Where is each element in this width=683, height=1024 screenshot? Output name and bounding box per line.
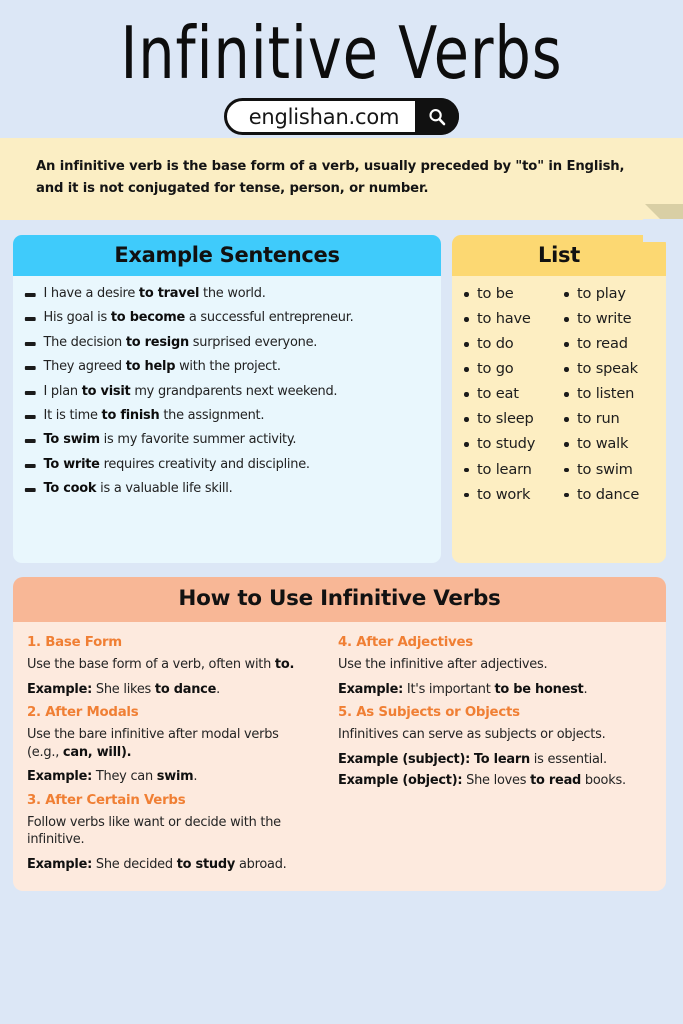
rule-example: Example: They can swim.	[27, 769, 198, 785]
banner-fold-mask	[643, 219, 683, 242]
list-item: to play	[560, 285, 660, 303]
list-item: To cook is a valuable life skill.	[19, 481, 425, 498]
list-item: I have a desire to travel the world.	[19, 286, 425, 303]
list-item: It is time to finish the assignment.	[19, 408, 425, 425]
list-item: to be	[460, 285, 560, 303]
list-item: to speak	[560, 360, 660, 378]
list-item: to eat	[460, 386, 560, 403]
rule-heading: 3. After Certain Verbs	[27, 791, 186, 808]
list-item: to have	[460, 310, 560, 328]
search-bar[interactable]: englishan.com	[223, 98, 460, 135]
rule-heading: 2. After Modals	[27, 704, 139, 721]
verb-column-left: to be to have to do to go to eat to slee…	[460, 285, 560, 504]
list-item: to work	[460, 486, 560, 504]
rule-heading: 5. As Subjects or Objects	[338, 704, 521, 721]
example-sentences-title: Example Sentences	[13, 235, 441, 276]
intro-banner: An infinitive verb is the base form of a…	[0, 138, 683, 242]
how-to-use-card: How to Use Infinitive Verbs 1. Base Form…	[13, 577, 666, 892]
list-item: to sleep	[460, 411, 560, 428]
how-to-column-right: 4. After Adjectives Use the infinitive a…	[338, 632, 652, 877]
rule-example: Example (object): She loves to read book…	[338, 773, 627, 789]
rule-text: Use the infinitive after adjectives.	[338, 657, 548, 672]
rule-example: Example (subject): To learn is essential…	[338, 751, 608, 767]
rule-heading: 1. Base Form	[27, 634, 122, 650]
list-item: to write	[560, 310, 660, 328]
example-sentences-card: Example Sentences I have a desire to tra…	[13, 235, 441, 563]
rule-text: Infinitives can serve as subjects or obj…	[338, 727, 606, 743]
list-item: The decision to resign surprised everyon…	[19, 335, 425, 352]
middle-section: Example Sentences I have a desire to tra…	[0, 220, 683, 563]
list-item: to swim	[560, 461, 660, 479]
intro-text: An infinitive verb is the base form of a…	[36, 159, 625, 196]
page-title: Infinitive Verbs	[120, 10, 563, 96]
list-item: to read	[560, 335, 660, 353]
verb-list-columns: to be to have to do to go to eat to slee…	[458, 285, 660, 504]
rule-example: Example: She likes to dance.	[27, 681, 220, 697]
list-item: to run	[560, 411, 660, 428]
list-item: They agreed to help with the project.	[19, 359, 425, 376]
list-item: to learn	[460, 461, 560, 479]
list-item: to do	[460, 335, 560, 353]
verb-list-card: List to be to have to do to go to eat to…	[452, 235, 666, 563]
rule-heading: 4. After Adjectives	[338, 634, 474, 650]
rule-example: Example: It's important to be honest.	[338, 681, 588, 697]
example-sentence-list: I have a desire to travel the world. His…	[19, 286, 433, 498]
list-item: to go	[460, 360, 560, 378]
header: Infinitive Verbs englishan.com	[0, 0, 683, 138]
site-domain-label: englishan.com	[248, 104, 400, 129]
search-icon[interactable]	[415, 98, 460, 135]
how-to-column-left: 1. Base Form Use the base form of a verb…	[27, 632, 316, 877]
example-sentences-body: I have a desire to travel the world. His…	[13, 276, 441, 563]
list-item: I plan to visit my grandparents next wee…	[19, 384, 425, 401]
list-item: To swim is my favorite summer activity.	[19, 432, 425, 449]
list-item: His goal is to become a successful entre…	[19, 310, 425, 327]
list-item: to study	[460, 436, 560, 453]
list-item: to dance	[560, 486, 660, 504]
rule-example: Example: She decided to study abroad.	[27, 856, 287, 872]
list-item: to listen	[560, 386, 660, 403]
verb-list-body: to be to have to do to go to eat to slee…	[452, 276, 666, 563]
search-bar-graphic: englishan.com	[0, 98, 683, 135]
rule-text: Follow verbs like want or decide with th…	[27, 814, 281, 848]
rule-text: Use the bare infinitive after modal verb…	[27, 727, 279, 760]
how-to-use-body: 1. Base Form Use the base form of a verb…	[13, 622, 666, 892]
list-item: To write requires creativity and discipl…	[19, 457, 425, 474]
list-item: to walk	[560, 436, 660, 453]
how-to-use-title: How to Use Infinitive Verbs	[13, 577, 666, 622]
rule-text: Use the base form of a verb, often with …	[27, 657, 295, 672]
verb-list-title: List	[452, 235, 666, 276]
verb-column-right: to play to write to read to speak to lis…	[560, 285, 660, 504]
infographic-page: Infinitive Verbs englishan.com An infini…	[0, 0, 683, 1024]
